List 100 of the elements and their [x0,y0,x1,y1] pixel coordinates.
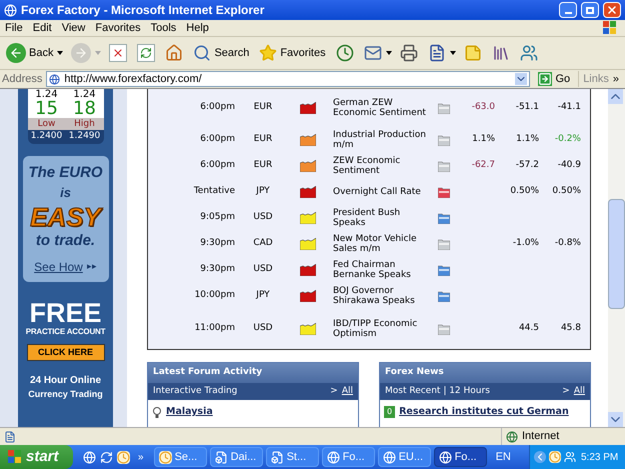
restore-button[interactable] [581,2,599,18]
event-forecast: -57.2 [516,160,539,170]
event-actual: -62.7 [472,160,495,170]
bulb-icon [152,406,162,418]
event-title[interactable]: Overnight Call Rate [333,187,427,197]
scroll-up-icon[interactable] [608,89,623,104]
event-previous: 0.50% [552,186,581,196]
event-actual: -63.0 [472,102,495,112]
browser-icon [382,450,396,464]
refresh-icon [137,44,156,62]
event-title[interactable]: Fed Chairman Bernanke Speaks [333,260,427,280]
menu-item[interactable]: Edit [28,20,57,36]
event-currency: EUR [252,101,274,114]
menu-item[interactable]: Favorites [90,20,146,36]
clock-icon[interactable] [549,451,561,463]
event-previous: -41.1 [558,102,581,112]
taskbar-button[interactable]: Se... [154,447,207,467]
scroll-thumb[interactable] [608,199,625,309]
event-title[interactable]: German ZEW Economic Sentiment [333,98,427,118]
ad-banner[interactable]: 1.24 15 1.24 18 Low High 1.2400 1.2490 The EURO is EASY to trade. See How ▸▸ FREE PRACTICE ACCOUNT CLICK HERE 24 Hour Online Currency Trading [18,89,113,427]
folder-icon[interactable] [438,290,450,302]
free-headline: FREE [29,300,102,326]
panel-title: Latest Forum Activity [153,366,262,380]
event-currency: USD [252,211,274,224]
folder-icon[interactable] [438,102,450,114]
back-button[interactable]: Back [4,40,56,66]
start-button[interactable]: start [0,445,73,469]
chevron-text[interactable]: » [138,450,144,464]
folder-icon[interactable] [438,134,450,146]
folder-icon[interactable] [438,160,450,172]
see-how-link[interactable]: See How [34,258,83,276]
clock-icon[interactable] [117,450,130,464]
refresh-icon[interactable] [100,450,113,464]
taskbar-button[interactable]: Fo... [434,447,487,467]
taskbar-button[interactable]: Dai... [210,447,263,467]
caret-icon[interactable] [57,51,64,55]
minimize-button[interactable] [559,2,577,18]
address-label: Address [2,72,42,87]
event-title[interactable]: New Motor Vehicle Sales m/m [333,234,427,254]
menu-item[interactable]: Tools [146,20,182,36]
go-icon [538,72,552,86]
news-link[interactable]: Research institutes cut German [399,405,569,420]
thread-link[interactable]: Malaysia [166,405,213,420]
menu-item[interactable]: Help [181,20,214,36]
caret-icon[interactable] [450,51,456,55]
practice-text: PRACTICE ACCOUNT [26,326,106,338]
taskbar-button[interactable]: Fo... [322,447,375,467]
event-title[interactable]: Industrial Production m/m [333,130,427,150]
search-icon [193,44,212,62]
folder-icon[interactable] [438,212,450,224]
folder-icon[interactable] [438,324,450,334]
printer-icon [400,44,418,62]
quote-value: 1.2490 [68,130,102,142]
event-previous: -40.9 [558,160,581,170]
event-currency: USD [252,263,274,276]
menu-item[interactable]: File [0,20,28,36]
click-here-button[interactable]: CLICK HERE [26,344,104,361]
event-title[interactable]: President Bush Speaks [333,208,427,228]
arrow-text: ▸▸ [86,260,97,274]
event-actual: 1.1% [472,134,495,144]
quote-value: 1.2400 [30,130,64,142]
globe-icon [506,430,518,442]
event-forecast: -51.1 [516,102,539,112]
chevron-text[interactable]: » [612,70,623,88]
menu-item[interactable]: View [56,20,90,36]
event-title[interactable]: IBD/TIPP Economic Optimism [333,319,427,339]
all-link[interactable]: All [342,384,353,398]
all-link[interactable]: All [574,384,585,398]
go-button[interactable]: Go [534,70,574,88]
dropdown-icon[interactable] [514,73,526,85]
browser-icon[interactable] [83,450,96,464]
event-title[interactable]: ZEW Economic Sentiment [333,156,427,176]
close-button[interactable] [603,2,621,18]
event-time: 6:00pm [199,133,236,146]
folder-icon[interactable] [438,264,450,276]
search-button[interactable]: Search [191,40,252,66]
folder-icon[interactable] [438,186,450,198]
caret-icon[interactable] [386,51,392,55]
document-icon [428,44,446,62]
quote-label: Low [36,118,56,130]
books-icon [492,44,510,62]
restore-icon [586,6,594,14]
quote-big-figure: 1.24 [35,89,58,100]
event-forecast: 44.5 [518,323,539,334]
address-field[interactable]: http://www.forexfactory.com/ [46,71,530,87]
windows-logo-icon [8,450,22,464]
taskbar-button[interactable]: EU... [378,447,431,467]
folder-icon[interactable] [438,238,450,250]
favorites-button[interactable]: Favorites [257,40,328,66]
quote-big-figure: 1.24 [73,89,96,100]
scroll-down-icon[interactable] [608,412,623,427]
event-time: 9:30pm [199,263,236,276]
event-time: 6:00pm [199,101,236,114]
taskbar-button[interactable]: St... [266,447,319,467]
event-currency: JPY [254,185,271,198]
expand-icon[interactable] [534,451,546,463]
event-time: 11:00pm [194,322,236,336]
event-currency: EUR [252,159,274,172]
scrollbar[interactable] [608,89,625,427]
event-title[interactable]: BOJ Governor Shirakawa Speaks [333,286,427,306]
